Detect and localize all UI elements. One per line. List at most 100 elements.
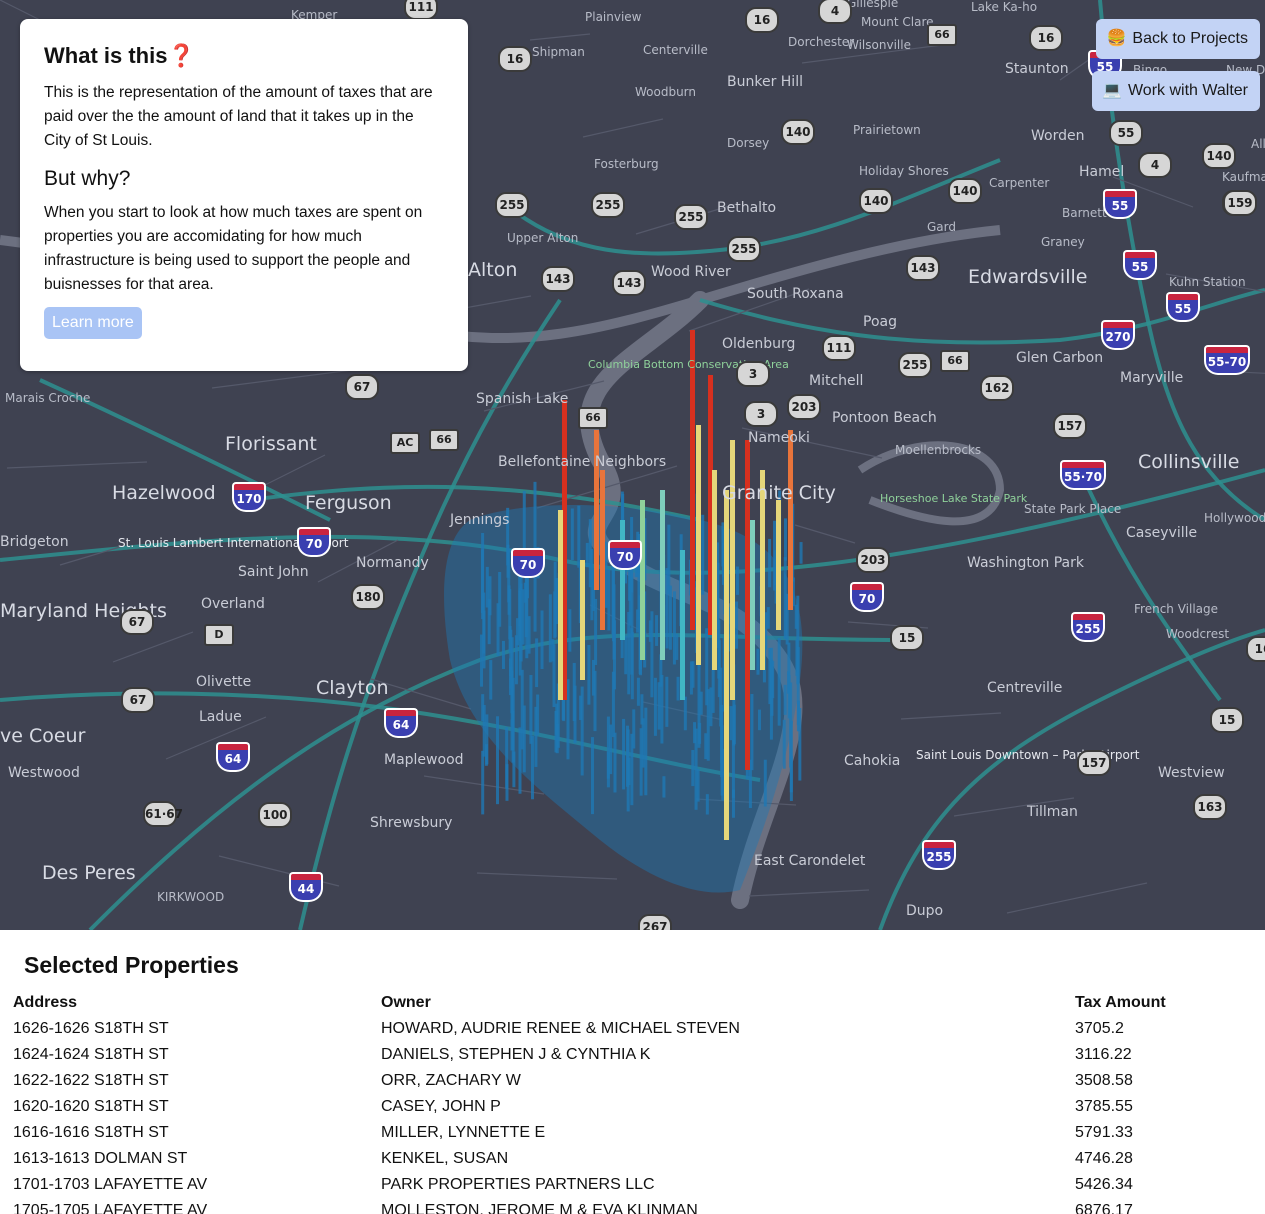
owner-cell: HOWARD, AUDRIE RENEE & MICHAEL STEVEN <box>381 1020 740 1037</box>
address-cell: 1626-1626 S18TH ST <box>13 1020 169 1037</box>
place-label: Barnett <box>1062 206 1107 220</box>
table-row[interactable]: 1620-1620 S18TH ST CASEY, JOHN P 3785.55 <box>13 1094 1255 1120</box>
place-label: Nameoki <box>748 430 810 446</box>
address-cell: 1622-1622 S18TH ST <box>13 1072 169 1089</box>
route-shield: 255 <box>727 236 761 262</box>
place-label: Bridgeton <box>0 534 69 550</box>
place-label: All <box>1251 137 1265 151</box>
route-shield: AC <box>390 432 420 454</box>
route-shield: 157 <box>1053 413 1087 439</box>
route-shield: 16 <box>1029 25 1063 51</box>
place-label: Wood River <box>651 264 731 280</box>
table-row[interactable]: 1613-1613 DOLMAN ST KENKEL, SUSAN 4746.28 <box>13 1146 1255 1172</box>
route-shield: 61·67 <box>143 801 183 827</box>
place-label: Olivette <box>196 674 252 690</box>
place-label: Holiday Shores <box>859 164 949 178</box>
route-shield: 3 <box>736 361 770 387</box>
route-shield: 267 <box>638 914 672 930</box>
table-row[interactable]: 1622-1622 S18TH ST ORR, ZACHARY W 3508.58 <box>13 1068 1255 1094</box>
place-label: Florissant <box>225 433 317 455</box>
place-label: ve Coeur <box>0 725 86 747</box>
route-shield: 66 <box>429 429 459 451</box>
owner-cell: CASEY, JOHN P <box>381 1098 501 1115</box>
info-card: What is this❓ This is the representation… <box>20 19 468 371</box>
learn-more-button[interactable]: Learn more <box>44 307 142 339</box>
interstate-shield: 70 <box>511 548 545 578</box>
place-label: East Carondelet <box>754 853 866 869</box>
route-shield: 255 <box>898 352 932 378</box>
table-row[interactable]: 1701-1703 LAFAYETTE AV PARK PROPERTIES PA… <box>13 1172 1255 1198</box>
place-label: Carpenter <box>989 176 1050 190</box>
place-label: Hamel <box>1079 164 1125 180</box>
selected-properties-section: Selected Properties Address Owner Tax Am… <box>0 930 1265 1214</box>
address-cell: 1613-1613 DOLMAN ST <box>13 1150 188 1167</box>
place-label: Woodcrest <box>1166 627 1230 641</box>
place-label: Centerville <box>643 43 708 57</box>
address-cell: 1620-1620 S18TH ST <box>13 1098 169 1115</box>
route-shield: 111 <box>822 335 856 361</box>
interstate-shield: 64 <box>384 708 418 738</box>
route-shield: 4 <box>818 0 852 24</box>
route-shield: 143 <box>541 266 575 292</box>
place-label: Edwardsville <box>968 266 1088 288</box>
route-shield: 16 <box>745 7 779 33</box>
place-label: Glen Carbon <box>1016 350 1104 366</box>
interstate-shield: 70 <box>850 582 884 612</box>
table-row[interactable]: 1624-1624 S18TH ST DANIELS, STEPHEN J & C… <box>13 1042 1255 1068</box>
route-shield: 140 <box>781 119 815 145</box>
place-label: Saint John <box>238 564 309 580</box>
tax-amount-cell: 3785.55 <box>1075 1098 1133 1115</box>
tax-amount-cell: 5791.33 <box>1075 1124 1133 1141</box>
place-label: Poag <box>863 314 897 330</box>
place-label: Jennings <box>450 512 510 528</box>
place-label: Alton <box>468 259 518 281</box>
place-label: Hollywood Heights <box>1204 511 1265 525</box>
table-row[interactable]: 1705-1705 LAFAYETTE AV MOLLESTON, JEROME … <box>13 1198 1255 1214</box>
interstate-shield: 70 <box>297 527 331 557</box>
interstate-shield: 55 <box>1166 292 1200 322</box>
address-cell: 1705-1705 LAFAYETTE AV <box>13 1202 208 1214</box>
place-label: Hazelwood <box>112 482 216 504</box>
address-cell: 1701-1703 LAFAYETTE AV <box>13 1176 208 1193</box>
route-shield: D <box>204 624 234 646</box>
info-paragraph-2: When you start to look at how much taxes… <box>44 204 423 293</box>
place-label: KIRKWOOD <box>157 890 225 904</box>
info-subtitle: But why? <box>44 167 131 190</box>
place-label: Plainview <box>585 10 642 24</box>
place-label: Spanish Lake <box>476 391 569 407</box>
interstate-shield: 44 <box>289 872 323 902</box>
route-shield: 180 <box>351 584 385 610</box>
route-shield: 100 <box>258 802 292 828</box>
place-label: Maplewood <box>384 752 464 768</box>
route-shield: 140 <box>1202 143 1236 169</box>
properties-table: Address Owner Tax Amount 1626-1626 S18TH… <box>13 990 1255 1214</box>
table-row[interactable]: 1616-1616 S18TH ST MILLER, LYNNETTE E 5791… <box>13 1120 1255 1146</box>
park-label: Horseshoe Lake State Park <box>880 492 1028 505</box>
back-to-projects-button[interactable]: 🍔 Back to Projects <box>1096 19 1260 59</box>
route-shield: 4 <box>1138 152 1172 178</box>
route-shield: 143 <box>906 255 940 281</box>
route-shield: 67 <box>121 687 155 713</box>
place-label: Ferguson <box>305 492 392 514</box>
route-shield: 3 <box>744 401 778 427</box>
place-label: Normandy <box>356 555 429 571</box>
place-label: Shipman <box>532 45 585 59</box>
interstate-shield: 270 <box>1101 320 1135 350</box>
work-with-walter-button[interactable]: 💻 Work with Walter <box>1092 71 1260 111</box>
tax-amount-cell: 3116.22 <box>1075 1046 1132 1063</box>
route-shield: 66 <box>578 407 608 429</box>
place-label: Kuhn Station <box>1169 275 1246 289</box>
header-address: Address <box>13 994 78 1011</box>
place-label: Overland <box>201 596 265 612</box>
route-shield: 16 <box>1246 636 1265 662</box>
tax-amount-cell: 6876.17 <box>1075 1202 1133 1214</box>
place-label: Centreville <box>987 680 1063 696</box>
interstate-shield: 255 <box>922 840 956 870</box>
place-label: Kaufman <box>1222 170 1265 184</box>
place-label: Mount Clare <box>861 15 934 29</box>
table-row[interactable]: 1626-1626 S18TH ST HOWARD, AUDRIE RENEE &… <box>13 1016 1255 1042</box>
place-label: Gillespie <box>847 0 899 10</box>
owner-cell: MILLER, LYNNETTE E <box>381 1124 546 1141</box>
interstate-shield: 64 <box>216 742 250 772</box>
place-label: Lake Ka-ho <box>971 0 1038 14</box>
